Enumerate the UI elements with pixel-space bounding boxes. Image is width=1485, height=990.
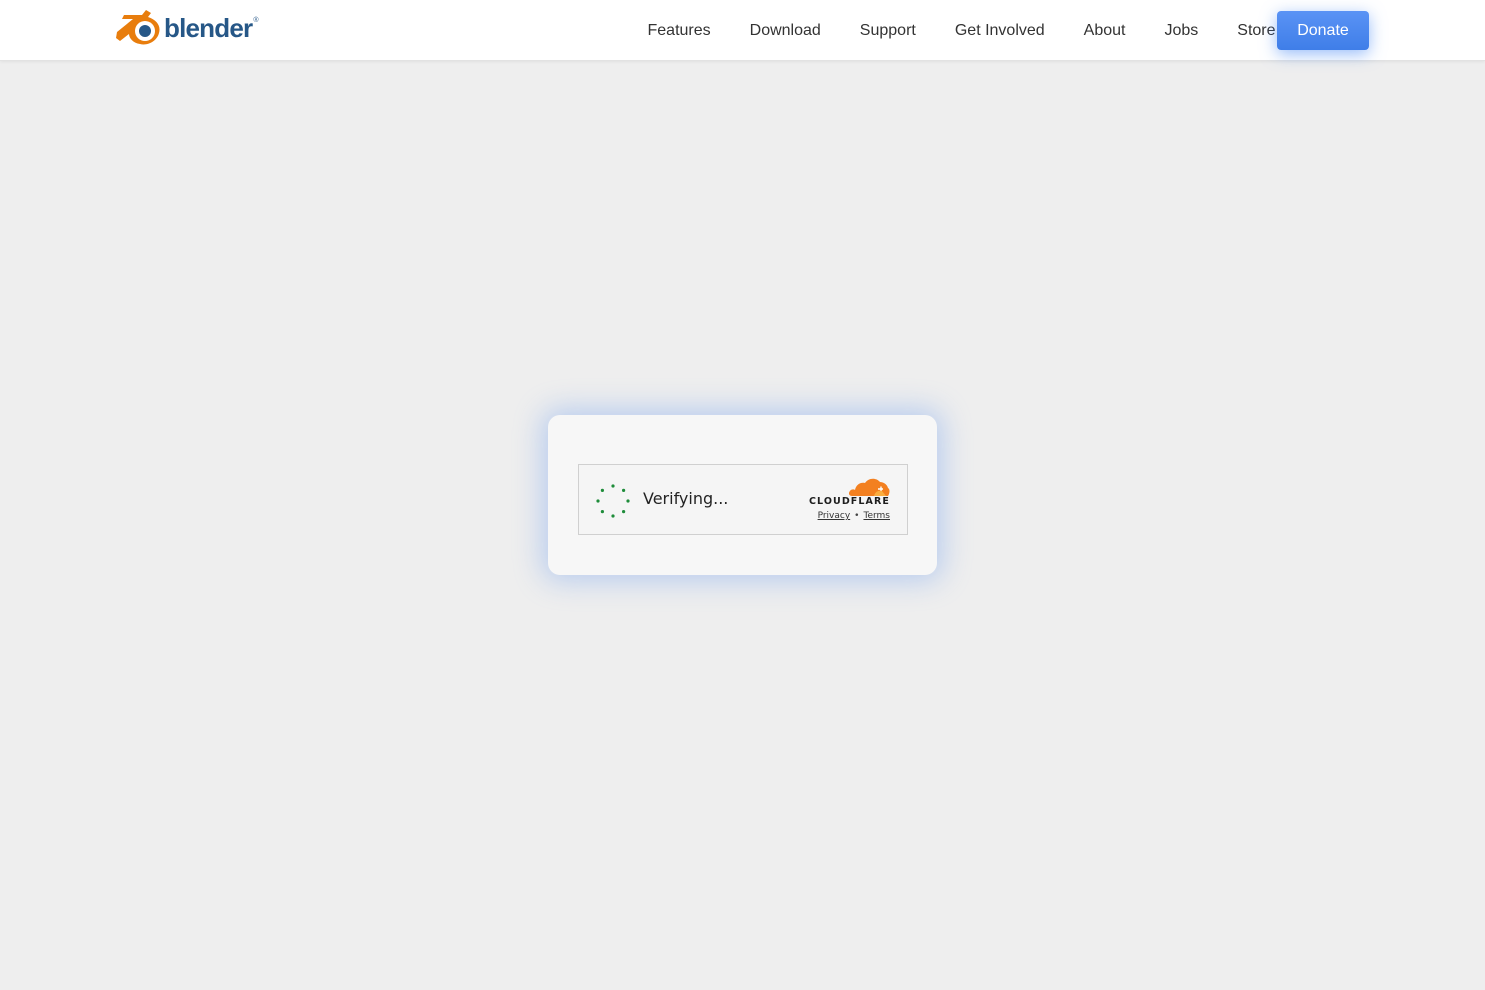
donate-button[interactable]: Donate (1277, 11, 1369, 50)
challenge-card: Verifying... CLOUDFLARE Privacy • Terms (548, 415, 937, 575)
terms-link[interactable]: Terms (863, 511, 890, 521)
blender-logo-wordmark: blender (164, 12, 253, 43)
nav-download[interactable]: Download (730, 0, 840, 61)
top-navbar: blender ® Features Download Support Get … (0, 0, 1485, 61)
blender-logo[interactable]: blender ® (115, 8, 258, 46)
link-separator: • (854, 511, 860, 521)
cloudflare-wordmark: CLOUDFLARE (808, 496, 890, 507)
nav-get-involved[interactable]: Get Involved (935, 0, 1064, 61)
cloudflare-links: Privacy • Terms (818, 511, 890, 521)
nav-features[interactable]: Features (628, 0, 730, 61)
nav-jobs[interactable]: Jobs (1145, 0, 1218, 61)
registered-mark: ® (253, 17, 259, 24)
turnstile-widget[interactable]: Verifying... CLOUDFLARE Privacy • Terms (578, 464, 908, 535)
blender-logo-icon (115, 8, 163, 46)
cloudflare-branding: CLOUDFLARE Privacy • Terms (806, 477, 890, 525)
nav-about[interactable]: About (1064, 0, 1145, 61)
verifying-status: Verifying... (643, 489, 729, 508)
privacy-link[interactable]: Privacy (818, 511, 851, 521)
loading-spinner-icon (595, 483, 631, 519)
main-nav: Features Download Support Get Involved A… (628, 0, 1295, 61)
nav-support[interactable]: Support (840, 0, 935, 61)
